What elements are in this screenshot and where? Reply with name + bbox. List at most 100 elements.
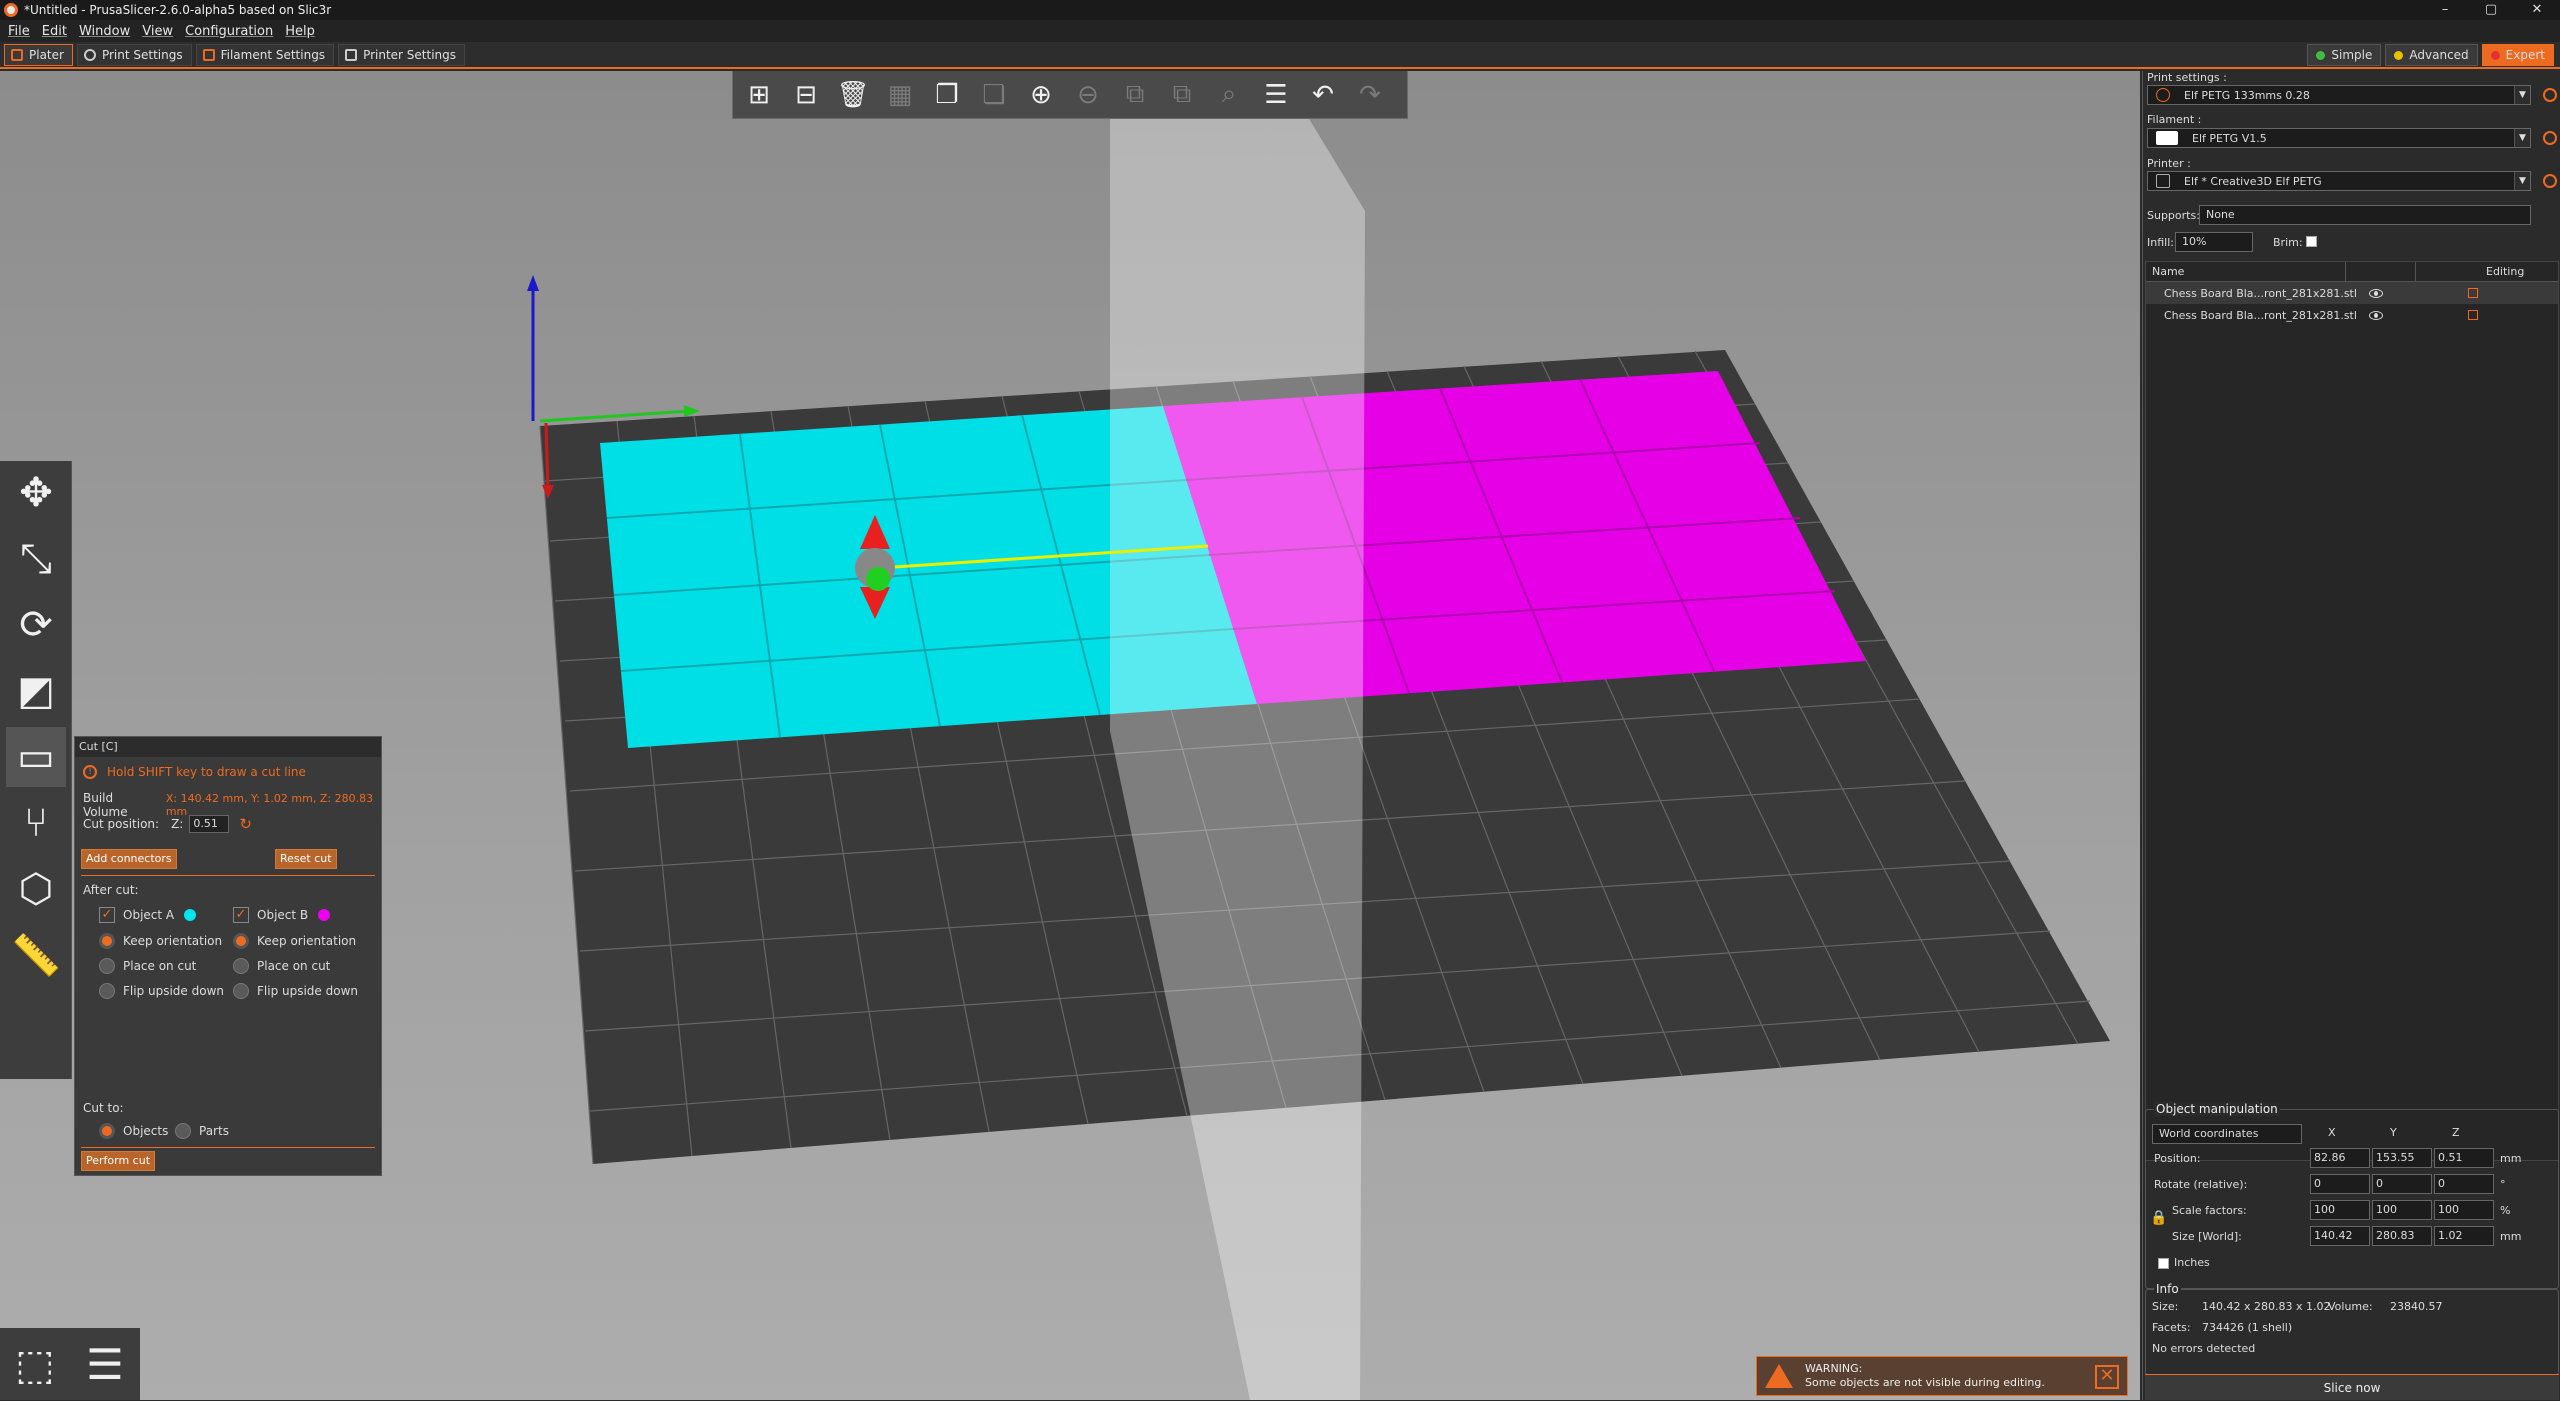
- menu-file[interactable]: File: [8, 24, 30, 39]
- b-place-on-cut-radio[interactable]: [233, 958, 249, 974]
- mode-dot-icon: [2316, 50, 2326, 60]
- object-row[interactable]: Chess Board Bla...ront_281x281.stl: [2146, 282, 2558, 304]
- filament-combo[interactable]: Elf PETG V1.5 ▼: [2147, 128, 2531, 148]
- gear-icon[interactable]: [2543, 174, 2557, 188]
- 3d-view-icon[interactable]: ⬚: [6, 1335, 64, 1393]
- undo-icon[interactable]: ↶: [1303, 75, 1343, 115]
- position-x-input[interactable]: 82.86: [2310, 1148, 2370, 1168]
- add-icon[interactable]: ⊞: [739, 75, 779, 115]
- object-b-color-icon: [318, 909, 331, 921]
- brim-checkbox[interactable]: [2306, 236, 2317, 247]
- b-keep-orientation-radio[interactable]: [233, 933, 249, 949]
- object-b-checkbox[interactable]: ✓: [233, 907, 249, 923]
- delete-icon[interactable]: ⊟: [786, 75, 826, 115]
- move-icon[interactable]: ✥: [6, 463, 66, 523]
- coordinates-combo[interactable]: World coordinates: [2152, 1124, 2302, 1144]
- column-header-name[interactable]: Name: [2146, 262, 2346, 281]
- tab-plater[interactable]: Plater: [4, 43, 73, 66]
- slice-now-button[interactable]: Slice now: [2145, 1374, 2559, 1400]
- print-settings-icon: [83, 48, 96, 61]
- reset-arrow-icon[interactable]: ↻: [239, 815, 252, 833]
- a-place-on-cut-radio[interactable]: [99, 958, 115, 974]
- place-on-face-icon[interactable]: ◩: [6, 661, 66, 721]
- position-z-input[interactable]: 0.51: [2434, 1148, 2494, 1168]
- position-y-input[interactable]: 153.55: [2372, 1148, 2432, 1168]
- copy-icon[interactable]: ❐: [927, 75, 967, 115]
- maximize-button[interactable]: ▢: [2468, 0, 2514, 20]
- add-instance-icon[interactable]: ⊕: [1021, 75, 1061, 115]
- edit-icon[interactable]: [2468, 288, 2478, 298]
- scale-y-input[interactable]: 100: [2372, 1200, 2432, 1220]
- rotate-icon[interactable]: ⟳: [6, 595, 66, 655]
- tab-printer-settings[interactable]: Printer Settings: [338, 43, 466, 66]
- a-flip-upside-down-radio[interactable]: [99, 983, 115, 999]
- cut-icon[interactable]: ▭: [6, 727, 66, 787]
- cut-to-objects-radio[interactable]: [99, 1123, 115, 1139]
- delete-all-icon[interactable]: 🗑: [833, 75, 873, 115]
- 3d-viewport[interactable]: ⊞ ⊟ 🗑 ▦ ❐ ❏ ⊕ ⊖ ⧉ ⧉ ⌕ ☰ ↶ ↷ ✥ ⤡ ⟳ ◩ ▭ ⑂ …: [0, 71, 2140, 1400]
- measure-icon[interactable]: 📏: [6, 925, 66, 985]
- cut-plane[interactable]: [1110, 71, 1365, 1400]
- split-parts-icon[interactable]: ⧉: [1162, 75, 1202, 115]
- size-x-input[interactable]: 140.42: [2310, 1226, 2370, 1246]
- cut-z-input[interactable]: 0.51: [189, 815, 230, 833]
- arrange-icon[interactable]: ▦: [880, 75, 920, 115]
- printer-combo[interactable]: Elf * Creative3D Elf PETG ▼: [2147, 171, 2531, 191]
- scale-x-input[interactable]: 100: [2310, 1200, 2370, 1220]
- gear-icon[interactable]: [2543, 131, 2557, 145]
- close-window-button[interactable]: ✕: [2514, 0, 2560, 20]
- add-connectors-button[interactable]: Add connectors: [81, 849, 177, 869]
- tab-filament-settings[interactable]: Filament Settings: [195, 43, 335, 66]
- rotate-z-input[interactable]: 0: [2434, 1174, 2494, 1194]
- b-flip-upside-down-radio[interactable]: [233, 983, 249, 999]
- tab-bar: Plater Print Settings Filament Settings …: [0, 42, 2560, 69]
- print-settings-combo[interactable]: Elf PETG 133mms 0.28 ▼: [2147, 85, 2531, 105]
- separator: [81, 875, 375, 876]
- minimize-button[interactable]: –: [2422, 0, 2468, 20]
- menu-edit[interactable]: Edit: [42, 24, 67, 39]
- info-volume-label: Volume:: [2328, 1300, 2373, 1313]
- eye-icon[interactable]: [2368, 310, 2383, 320]
- inches-checkbox[interactable]: [2158, 1258, 2169, 1269]
- a-keep-orientation-radio[interactable]: [99, 933, 115, 949]
- layers-editing-icon[interactable]: ☰: [1256, 75, 1296, 115]
- split-objects-icon[interactable]: ⧉: [1115, 75, 1155, 115]
- preview-layers-icon[interactable]: ☰: [76, 1335, 134, 1393]
- filament-color-swatch[interactable]: [2156, 131, 2178, 145]
- object-row[interactable]: Chess Board Bla...ront_281x281.stl: [2146, 304, 2558, 326]
- menu-view[interactable]: View: [142, 24, 173, 39]
- perform-cut-button[interactable]: Perform cut: [81, 1151, 156, 1171]
- supports-combo[interactable]: None: [2199, 205, 2531, 225]
- eye-icon[interactable]: [2368, 288, 2383, 298]
- scale-z-input[interactable]: 100: [2434, 1200, 2494, 1220]
- size-z-input[interactable]: 1.02: [2434, 1226, 2494, 1246]
- search-icon[interactable]: ⌕: [1209, 75, 1249, 115]
- seam-paint-icon[interactable]: ⬡: [6, 859, 66, 919]
- reset-cut-button[interactable]: Reset cut: [275, 849, 337, 869]
- remove-instance-icon[interactable]: ⊖: [1068, 75, 1108, 115]
- tab-print-settings[interactable]: Print Settings: [76, 43, 192, 66]
- info-size-value: 140.42 x 280.83 x 1.02: [2202, 1300, 2331, 1313]
- size-y-input[interactable]: 280.83: [2372, 1226, 2432, 1246]
- mode-expert-button[interactable]: Expert: [2481, 44, 2554, 66]
- scale-icon[interactable]: ⤡: [6, 529, 66, 589]
- edit-icon[interactable]: [2468, 310, 2478, 320]
- rotate-y-input[interactable]: 0: [2372, 1174, 2432, 1194]
- close-icon[interactable]: ✕: [2095, 1365, 2119, 1389]
- menu-window[interactable]: Window: [79, 24, 130, 39]
- lock-icon[interactable]: 🔒: [2150, 1210, 2167, 1226]
- rotate-x-input[interactable]: 0: [2310, 1174, 2370, 1194]
- mode-simple-button[interactable]: Simple: [2307, 44, 2382, 66]
- object-a-checkbox[interactable]: ✓: [99, 907, 115, 923]
- menu-configuration[interactable]: Configuration: [185, 24, 273, 39]
- paste-icon[interactable]: ❏: [974, 75, 1014, 115]
- printer-icon: [2156, 174, 2170, 188]
- infill-combo[interactable]: 10%: [2175, 232, 2253, 252]
- menu-help[interactable]: Help: [285, 24, 315, 39]
- mode-advanced-button[interactable]: Advanced: [2385, 44, 2478, 66]
- column-header-editing[interactable]: Editing: [2416, 262, 2524, 281]
- gear-icon[interactable]: [2543, 88, 2557, 102]
- support-paint-icon[interactable]: ⑂: [6, 793, 66, 853]
- cut-to-parts-radio[interactable]: [175, 1123, 191, 1139]
- redo-icon[interactable]: ↷: [1350, 75, 1390, 115]
